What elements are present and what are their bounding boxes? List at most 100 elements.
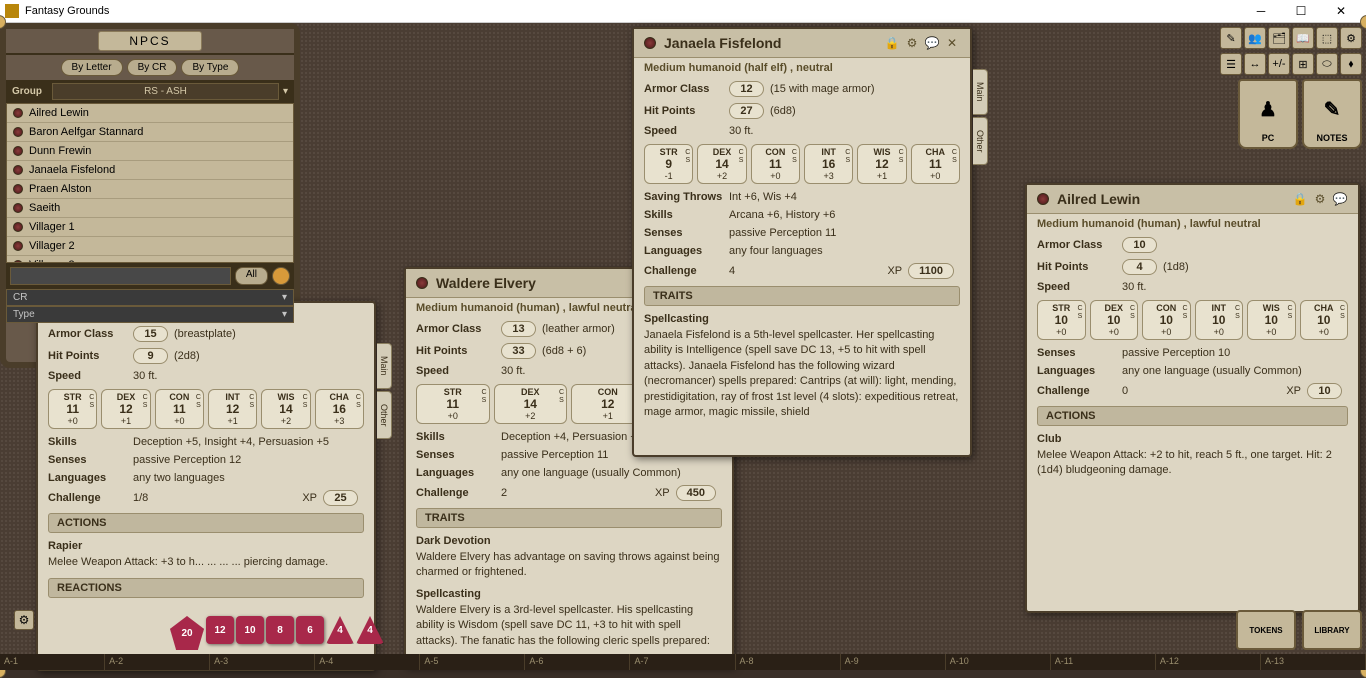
tool-5[interactable]: ⬚: [1316, 27, 1338, 49]
ability-wis[interactable]: WIS14+2CS: [261, 389, 310, 429]
tab-notes[interactable]: ✎NOTES: [1302, 79, 1362, 149]
npc-list-item[interactable]: Villager 3: [7, 256, 293, 263]
ability-str[interactable]: STR9-1CS: [644, 144, 693, 184]
npc-list-item[interactable]: Saeith: [7, 199, 293, 218]
hotbar-slot[interactable]: A-3: [210, 654, 315, 670]
tool-4[interactable]: 📖: [1292, 27, 1314, 49]
group-select[interactable]: RS - ASH: [52, 83, 279, 100]
tab-other[interactable]: Other: [377, 391, 392, 440]
share-icon[interactable]: ⚙: [904, 35, 920, 51]
ability-str[interactable]: STR11+0CS: [48, 389, 97, 429]
npcs-browser[interactable]: NPCS By Letter By CR By Type Group RS - …: [0, 23, 300, 368]
tool-12[interactable]: ⬧: [1340, 53, 1362, 75]
ability-cha[interactable]: CHA16+3CS: [315, 389, 364, 429]
hp-value[interactable]: 9: [133, 348, 168, 364]
tab-library[interactable]: LIBRARY: [1302, 610, 1362, 650]
hotbar-slot[interactable]: A-11: [1051, 654, 1156, 670]
hotbar-slot[interactable]: A-8: [736, 654, 841, 670]
ability-dex[interactable]: DEX10+0CS: [1090, 300, 1139, 340]
tool-7[interactable]: ☰: [1220, 53, 1242, 75]
tool-11[interactable]: ⬭: [1316, 53, 1338, 75]
type-filter[interactable]: Type: [6, 306, 294, 323]
edit-button[interactable]: [272, 267, 290, 285]
ability-cha[interactable]: CHA10+0CS: [1300, 300, 1349, 340]
ability-wis[interactable]: WIS10+0CS: [1247, 300, 1296, 340]
tab-tokens[interactable]: TOKENS: [1236, 610, 1296, 650]
tool-1[interactable]: ✎: [1220, 27, 1242, 49]
hotbar-slot[interactable]: A-12: [1156, 654, 1261, 670]
tab-other[interactable]: Other: [973, 117, 988, 166]
npc-list-item[interactable]: Ailred Lewin: [7, 104, 293, 123]
ac-value[interactable]: 15: [133, 326, 168, 342]
tool-8[interactable]: ↔: [1244, 53, 1266, 75]
die-d6[interactable]: 6: [296, 616, 324, 644]
tab-by-type[interactable]: By Type: [181, 59, 239, 76]
ability-dex[interactable]: DEX14+2CS: [494, 384, 568, 424]
chat-icon[interactable]: 💬: [924, 35, 940, 51]
die-d8[interactable]: 8: [266, 616, 294, 644]
ability-int[interactable]: INT12+1CS: [208, 389, 257, 429]
minimize-button[interactable]: ─: [1241, 1, 1281, 21]
npc-list[interactable]: Ailred LewinBaron Aelfgar StannardDunn F…: [6, 103, 294, 263]
lock-icon[interactable]: 🔒: [884, 35, 900, 51]
npc-list-item[interactable]: Dunn Frewin: [7, 142, 293, 161]
npc-list-item[interactable]: Villager 2: [7, 237, 293, 256]
link-icon[interactable]: [416, 277, 428, 289]
die-d10[interactable]: 10: [236, 616, 264, 644]
hotbar-slot[interactable]: A-7: [630, 654, 735, 670]
die-d4[interactable]: 4: [326, 616, 354, 644]
ability-dex[interactable]: DEX12+1CS: [101, 389, 150, 429]
ability-int[interactable]: INT16+3CS: [804, 144, 853, 184]
share-icon[interactable]: ⚙: [1312, 191, 1328, 207]
hotbar-slot[interactable]: A-4: [315, 654, 420, 670]
maximize-button[interactable]: ☐: [1281, 1, 1321, 21]
npc-list-item[interactable]: Janaela Fisfelond: [7, 161, 293, 180]
link-icon[interactable]: [644, 37, 656, 49]
npc-list-item[interactable]: Baron Aelfgar Stannard: [7, 123, 293, 142]
die-d20[interactable]: 20: [170, 616, 204, 650]
cr-filter[interactable]: CR: [6, 289, 294, 306]
hotbar-slot[interactable]: A-1: [0, 654, 105, 670]
group-dropdown-icon[interactable]: ▾: [283, 86, 288, 97]
tab-by-letter[interactable]: By Letter: [61, 59, 123, 76]
npc-list-item[interactable]: Praen Alston: [7, 180, 293, 199]
lock-icon[interactable]: 🔒: [1292, 191, 1308, 207]
tab-main[interactable]: Main: [377, 343, 392, 389]
close-button[interactable]: ✕: [1321, 1, 1361, 21]
search-input[interactable]: [10, 267, 231, 285]
tool-6[interactable]: ⚙: [1340, 27, 1362, 49]
tab-main[interactable]: Main: [973, 69, 988, 115]
ability-str[interactable]: STR10+0CS: [1037, 300, 1086, 340]
ability-wis[interactable]: WIS12+1CS: [857, 144, 906, 184]
ability-con[interactable]: CON11+0CS: [155, 389, 204, 429]
tab-pc[interactable]: ♟PC: [1238, 79, 1298, 149]
tool-3[interactable]: 🗂: [1268, 27, 1290, 49]
ability-str[interactable]: STR11+0CS: [416, 384, 490, 424]
ability-con[interactable]: CON10+0CS: [1142, 300, 1191, 340]
chat-icon[interactable]: 💬: [1332, 191, 1348, 207]
tab-by-cr[interactable]: By CR: [127, 59, 178, 76]
die-d4[interactable]: 4: [356, 616, 384, 644]
npc-list-item[interactable]: Villager 1: [7, 218, 293, 237]
hotbar-slot[interactable]: A-2: [105, 654, 210, 670]
tool-9[interactable]: +/-: [1268, 53, 1290, 75]
ability-dex[interactable]: DEX14+2CS: [697, 144, 746, 184]
tool-2[interactable]: 👥: [1244, 27, 1266, 49]
hotbar-slot[interactable]: A-13: [1261, 654, 1366, 670]
xp-value[interactable]: 25: [323, 490, 358, 506]
close-icon[interactable]: ✕: [944, 35, 960, 51]
hotbar-slot[interactable]: A-6: [525, 654, 630, 670]
ability-con[interactable]: CON11+0CS: [751, 144, 800, 184]
hotbar-slot[interactable]: A-9: [841, 654, 946, 670]
npc-sheet-ailred[interactable]: Ailred Lewin 🔒 ⚙ 💬 Medium humanoid (huma…: [1025, 183, 1360, 613]
ability-cha[interactable]: CHA11+0CS: [911, 144, 960, 184]
tool-10[interactable]: ⊞: [1292, 53, 1314, 75]
link-icon[interactable]: [1037, 193, 1049, 205]
npc-sheet-janaela[interactable]: Janaela Fisfelond 🔒 ⚙ 💬 ✕ Medium humanoi…: [632, 27, 972, 457]
settings-button[interactable]: ⚙: [14, 610, 34, 630]
die-d12[interactable]: 12: [206, 616, 234, 644]
ability-int[interactable]: INT10+0CS: [1195, 300, 1244, 340]
filter-all-button[interactable]: All: [235, 267, 268, 285]
hotbar-slot[interactable]: A-5: [420, 654, 525, 670]
hotbar-slot[interactable]: A-10: [946, 654, 1051, 670]
